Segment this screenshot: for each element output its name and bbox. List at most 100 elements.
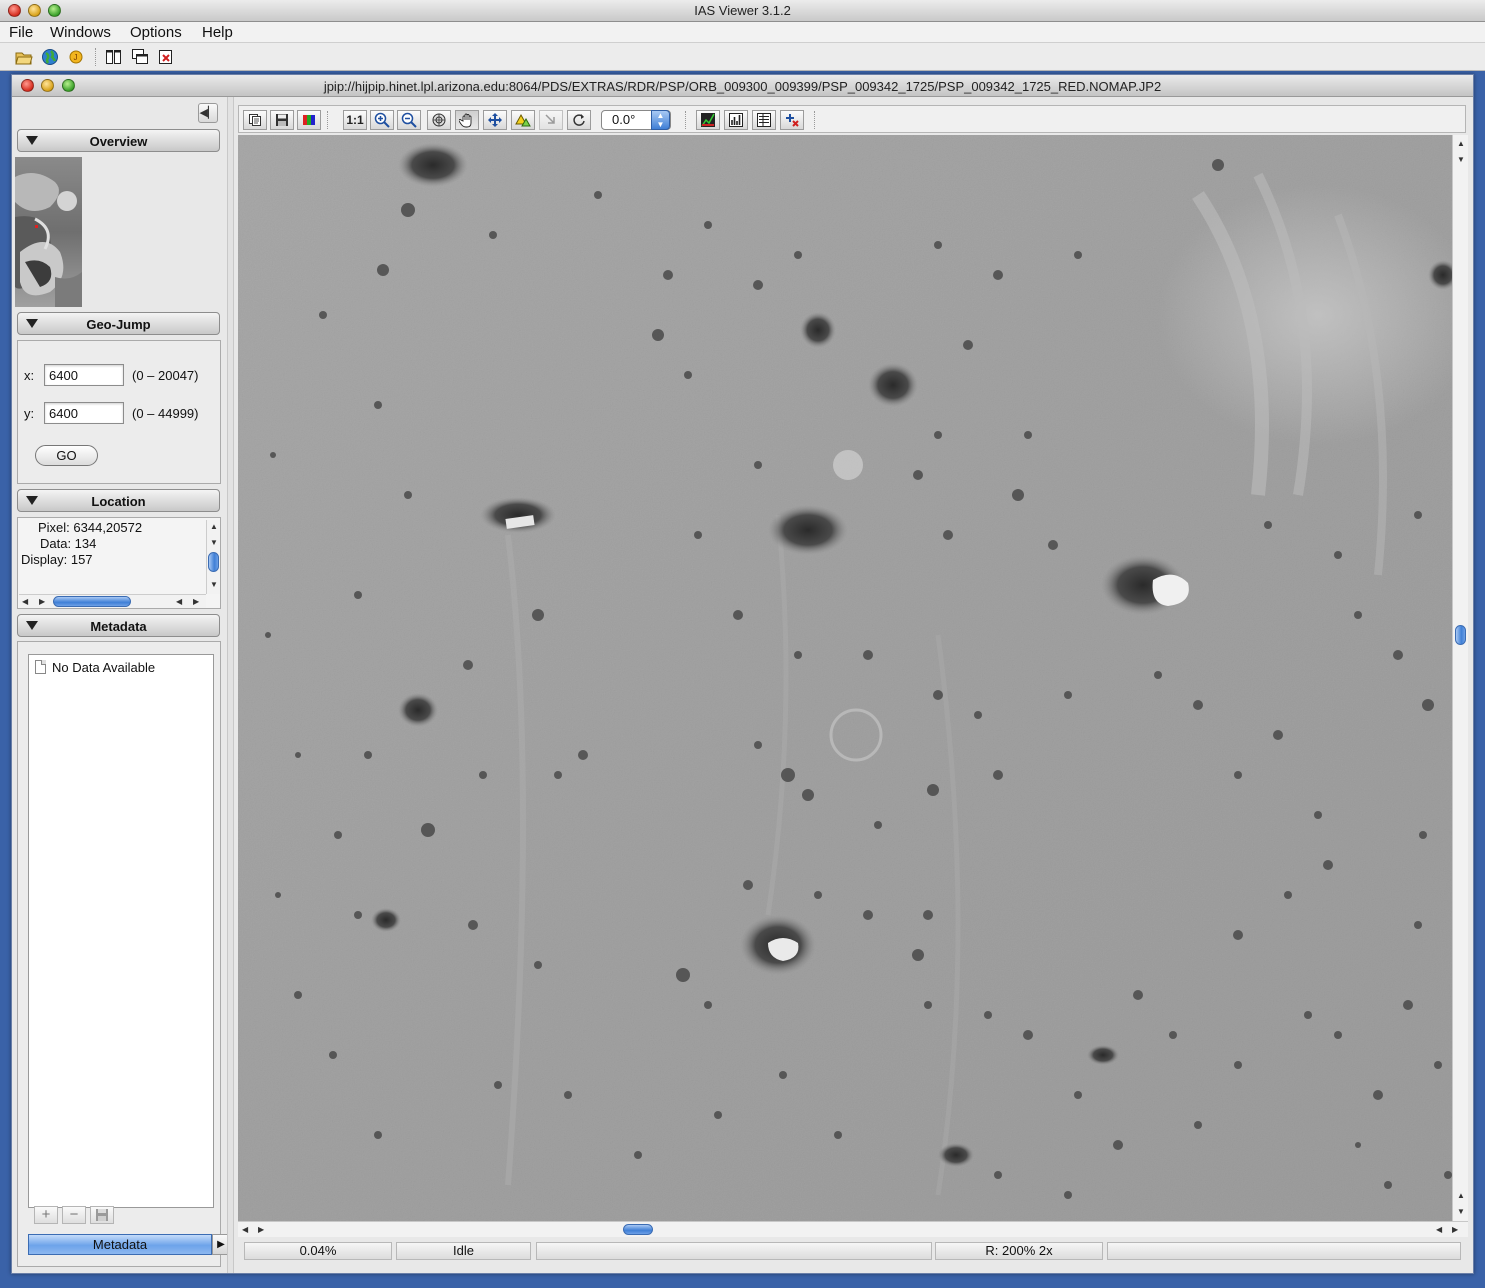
resolution-status: R: 200% 2x bbox=[935, 1242, 1103, 1260]
remove-metadata-button[interactable]: − bbox=[62, 1206, 86, 1224]
collapse-sidebar-button[interactable]: ◀▏ bbox=[198, 103, 218, 123]
scroll-left-arrow-icon[interactable]: ◀ bbox=[242, 1225, 248, 1234]
y-range-label: (0 – 44999) bbox=[132, 406, 199, 421]
location-horizontal-scrollbar[interactable]: ◀ ▶ ◀ ▶ bbox=[19, 594, 206, 608]
metadata-label: Metadata bbox=[90, 619, 147, 634]
scroll-left-arrow-icon[interactable]: ◀ bbox=[22, 597, 28, 606]
status-bar: 0.04% Idle R: 200% 2x bbox=[238, 1240, 1466, 1262]
data-readout: Data: 134 bbox=[40, 536, 97, 551]
histogram-button[interactable] bbox=[696, 110, 720, 130]
location-label: Location bbox=[91, 494, 146, 509]
overview-label: Overview bbox=[89, 134, 148, 149]
metadata-tab[interactable]: Metadata bbox=[28, 1234, 212, 1255]
menu-file[interactable]: File bbox=[9, 24, 33, 41]
save-button[interactable] bbox=[270, 110, 294, 130]
bar-chart-button[interactable] bbox=[724, 110, 748, 130]
x-coordinate-field[interactable] bbox=[44, 364, 124, 386]
properties-icon bbox=[757, 113, 771, 127]
display-readout: Display: 157 bbox=[21, 552, 93, 567]
center-button[interactable] bbox=[483, 110, 507, 130]
location-hscroll-thumb[interactable] bbox=[53, 596, 131, 607]
scroll-right-arrow-icon[interactable]: ▶ bbox=[193, 597, 199, 606]
status-message bbox=[536, 1242, 932, 1260]
document-icon bbox=[35, 660, 46, 674]
flip-icon bbox=[545, 114, 555, 124]
properties-button[interactable] bbox=[752, 110, 776, 130]
warning-button[interactable] bbox=[511, 110, 535, 130]
menu-options[interactable]: Options bbox=[130, 24, 182, 41]
disk-icon bbox=[96, 1209, 108, 1221]
target-button[interactable] bbox=[427, 110, 451, 130]
y-coordinate-field[interactable] bbox=[44, 402, 124, 424]
scroll-left-arrow-icon[interactable]: ◀ bbox=[1436, 1225, 1442, 1234]
scroll-up-arrow-icon[interactable]: ▲ bbox=[210, 522, 218, 531]
zoom-out-button[interactable] bbox=[397, 110, 421, 130]
toolbar-separator bbox=[95, 48, 96, 66]
split-pane-divider[interactable] bbox=[227, 97, 234, 1273]
color-bands-button[interactable] bbox=[297, 110, 321, 130]
crosshair-button[interactable] bbox=[780, 110, 804, 130]
open-folder-icon[interactable] bbox=[15, 48, 33, 66]
save-metadata-button[interactable] bbox=[90, 1206, 114, 1224]
location-section-header[interactable]: Location bbox=[17, 489, 220, 512]
scroll-down-arrow-icon[interactable]: ▼ bbox=[1457, 155, 1465, 164]
progress-status: 0.04% bbox=[244, 1242, 392, 1260]
image-viewport[interactable] bbox=[238, 135, 1452, 1221]
zoom-in-button[interactable] bbox=[370, 110, 394, 130]
app-title: IAS Viewer 3.1.2 bbox=[694, 3, 791, 18]
scroll-down-arrow-icon[interactable]: ▼ bbox=[1457, 1207, 1465, 1216]
frame-title: jpip://hijpip.hinet.lpl.arizona.edu:8064… bbox=[323, 79, 1162, 94]
overview-thumbnail[interactable] bbox=[15, 157, 82, 307]
cascade-windows-icon[interactable] bbox=[131, 48, 149, 66]
go-button[interactable]: GO bbox=[35, 445, 98, 466]
metadata-panel: No Data Available + − Metadata ▶ bbox=[17, 641, 230, 1267]
geojump-label: Geo-Jump bbox=[86, 317, 151, 332]
scroll-left-arrow-icon[interactable]: ◀ bbox=[176, 597, 182, 606]
scroll-up-arrow-icon[interactable]: ▲ bbox=[1457, 139, 1465, 148]
toolbar-separator bbox=[814, 111, 815, 129]
center-icon bbox=[488, 113, 502, 127]
image-frame-window: jpip://hijpip.hinet.lpl.arizona.edu:8064… bbox=[11, 74, 1474, 1274]
bar-chart-icon bbox=[729, 113, 743, 127]
scroll-right-arrow-icon[interactable]: ▶ bbox=[1452, 1225, 1458, 1234]
location-scroll-thumb[interactable] bbox=[208, 552, 219, 572]
crosshair-icon bbox=[786, 114, 799, 127]
location-vertical-scrollbar[interactable]: ▲ ▼ ▼ bbox=[206, 520, 220, 594]
scroll-down-arrow-icon[interactable]: ▼ bbox=[210, 580, 218, 589]
scroll-right-arrow-icon[interactable]: ▶ bbox=[258, 1225, 264, 1234]
pan-tool-button[interactable] bbox=[455, 110, 479, 130]
image-horizontal-scrollbar[interactable]: ◀ ▶ ◀ ▶ bbox=[238, 1221, 1468, 1237]
scroll-right-arrow-icon[interactable]: ▶ bbox=[39, 597, 45, 606]
target-icon bbox=[432, 113, 446, 127]
x-range-label: (0 – 20047) bbox=[132, 368, 199, 383]
scroll-up-arrow-icon[interactable]: ▲ bbox=[1457, 1191, 1465, 1200]
menu-windows[interactable]: Windows bbox=[50, 24, 111, 41]
scroll-down-arrow-icon[interactable]: ▼ bbox=[210, 538, 218, 547]
overview-section-header[interactable]: Overview bbox=[17, 129, 220, 152]
geojump-section-header[interactable]: Geo-Jump bbox=[17, 312, 220, 335]
flip-button[interactable] bbox=[539, 110, 563, 130]
status-extra bbox=[1107, 1242, 1461, 1260]
svg-text:J: J bbox=[74, 53, 78, 62]
actual-size-button[interactable]: 1:1 bbox=[343, 110, 367, 130]
add-metadata-button[interactable]: + bbox=[34, 1206, 58, 1224]
location-panel: Pixel: 6344,20572 Data: 134 Display: 157… bbox=[17, 517, 221, 609]
metadata-section-header[interactable]: Metadata bbox=[17, 614, 220, 637]
globe-icon[interactable] bbox=[41, 48, 59, 66]
app-toolbar: J bbox=[0, 43, 1485, 71]
image-vertical-scrollbar[interactable]: ▲ ▼ ▲ ▼ bbox=[1452, 135, 1468, 1221]
rotate-button[interactable] bbox=[567, 110, 591, 130]
metadata-list[interactable]: No Data Available bbox=[28, 654, 214, 1208]
app-titlebar: IAS Viewer 3.1.2 bbox=[0, 0, 1485, 22]
copy-button[interactable] bbox=[243, 110, 267, 130]
tile-windows-icon[interactable] bbox=[105, 48, 123, 66]
menu-help[interactable]: Help bbox=[202, 24, 233, 41]
color-bands-icon bbox=[303, 115, 315, 125]
jpip-icon[interactable]: J bbox=[67, 48, 85, 66]
frame-titlebar: jpip://hijpip.hinet.lpl.arizona.edu:8064… bbox=[12, 75, 1473, 97]
image-vscroll-thumb[interactable] bbox=[1455, 625, 1466, 645]
image-hscroll-thumb[interactable] bbox=[623, 1224, 653, 1235]
rotation-stepper[interactable]: ▲ ▼ bbox=[651, 110, 670, 130]
close-windows-icon[interactable] bbox=[157, 48, 175, 66]
overview-viewport-marker bbox=[35, 225, 38, 228]
